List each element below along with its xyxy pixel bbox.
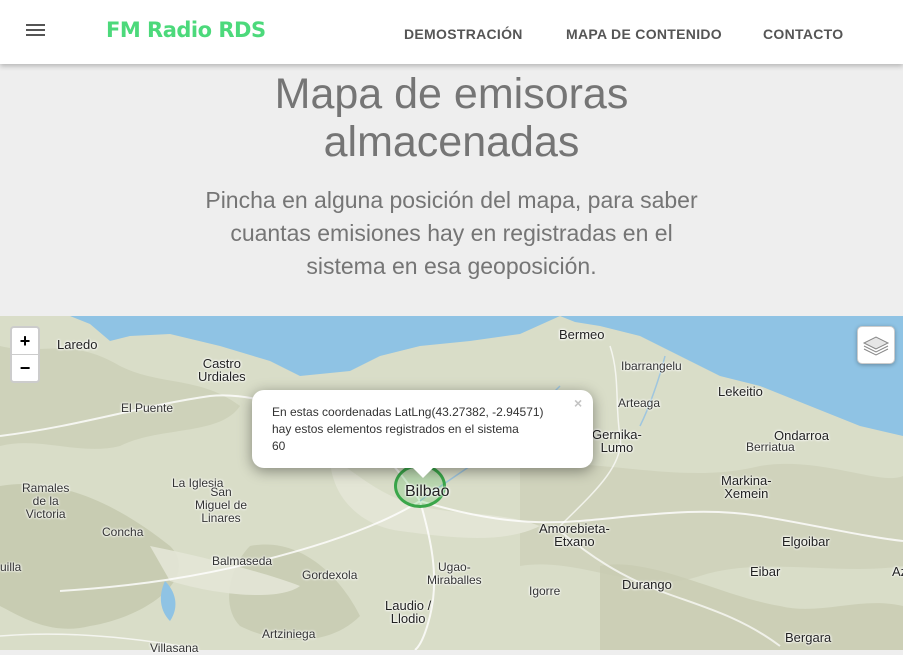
place-label: Bergara <box>785 630 832 645</box>
place-label: Ibarrangelu <box>621 359 682 373</box>
place-label: Ugao- Miraballes <box>427 561 482 587</box>
place-label: Gernika- Lumo <box>592 428 642 454</box>
top-navbar: FM Radio RDS DEMOSTRACIÓN MAPA DE CONTEN… <box>0 0 903 64</box>
place-label-line: Urdiales <box>198 369 246 384</box>
zoom-out-button[interactable]: − <box>12 354 38 381</box>
place-label: Igorre <box>529 584 561 598</box>
brand-logo[interactable]: FM Radio RDS <box>106 18 266 42</box>
place-label: Amorebieta- Etxano <box>539 522 610 548</box>
place-label: Bermeo <box>559 327 605 342</box>
place-label-line: Xemein <box>724 486 769 501</box>
place-label: Eibar <box>750 564 781 579</box>
subtitle-line: Pincha en alguna posición del mapa, para… <box>205 187 698 213</box>
place-label-line: Etxano <box>554 534 595 549</box>
page-title-line: almacenadas <box>323 118 580 166</box>
coordinates-popup: En estas coordenadas LatLng(43.27382, -2… <box>252 390 593 468</box>
place-label: Elgoibar <box>782 534 830 549</box>
place-label-line: Victoria <box>25 507 66 521</box>
place-label: Gordexola <box>302 568 358 582</box>
popup-line: En estas coordenadas LatLng(43.27382, -2… <box>272 405 544 419</box>
place-label: Az <box>892 564 903 579</box>
place-label: Castro Urdiales <box>198 357 246 383</box>
place-label: Balmaseda <box>212 554 273 568</box>
zoom-in-button[interactable]: + <box>12 328 38 354</box>
nav-link-contacto[interactable]: CONTACTO <box>763 26 843 42</box>
place-label: Villasana <box>150 641 199 655</box>
zoom-control: + − <box>10 326 40 383</box>
place-label-line: Miraballes <box>427 573 482 587</box>
hamburger-menu-icon[interactable] <box>26 22 46 38</box>
page-subtitle: Pincha en alguna posición del mapa, para… <box>0 184 903 283</box>
nav-link-mapa-de-contenido[interactable]: MAPA DE CONTENIDO <box>566 26 722 42</box>
place-label-line: Lumo <box>600 440 634 455</box>
place-label: Concha <box>102 525 144 539</box>
place-label: San Miguel de Linares <box>195 486 247 525</box>
place-label: Laudio / Llodio <box>385 599 431 625</box>
place-label: Durango <box>622 577 672 592</box>
place-label: Ramales de la Victoria <box>22 482 69 521</box>
layers-control-icon[interactable] <box>857 326 895 364</box>
popup-line: hay estos elementos registrados en el si… <box>272 422 519 436</box>
place-label: El Puente <box>121 401 174 415</box>
popup-close-icon[interactable]: × <box>574 395 582 411</box>
place-label: uilla <box>0 560 22 574</box>
subtitle-line: sistema en esa geoposición. <box>306 253 597 279</box>
page-title: Mapa de emisoras almacenadas <box>0 70 903 166</box>
place-label: Arteaga <box>618 396 661 410</box>
page-title-line: Mapa de emisoras <box>274 70 629 118</box>
place-label: Berriatua <box>746 440 795 454</box>
place-label-bilbao: Bilbao <box>405 483 450 500</box>
popup-line: 60 <box>272 439 286 453</box>
place-label-line: Linares <box>201 511 241 525</box>
nav-link-demostracion[interactable]: DEMOSTRACIÓN <box>404 26 523 42</box>
place-label: Lekeitio <box>718 384 763 399</box>
place-label-line: Llodio <box>390 611 426 626</box>
place-label: Markina- Xemein <box>721 474 772 500</box>
subtitle-line: cuantas emisiones hay en registradas en … <box>230 220 673 246</box>
popup-content: En estas coordenadas LatLng(43.27382, -2… <box>272 404 544 455</box>
place-label: Laredo <box>57 337 98 352</box>
popup-tip <box>411 466 435 478</box>
place-label: Artziniega <box>262 627 316 641</box>
